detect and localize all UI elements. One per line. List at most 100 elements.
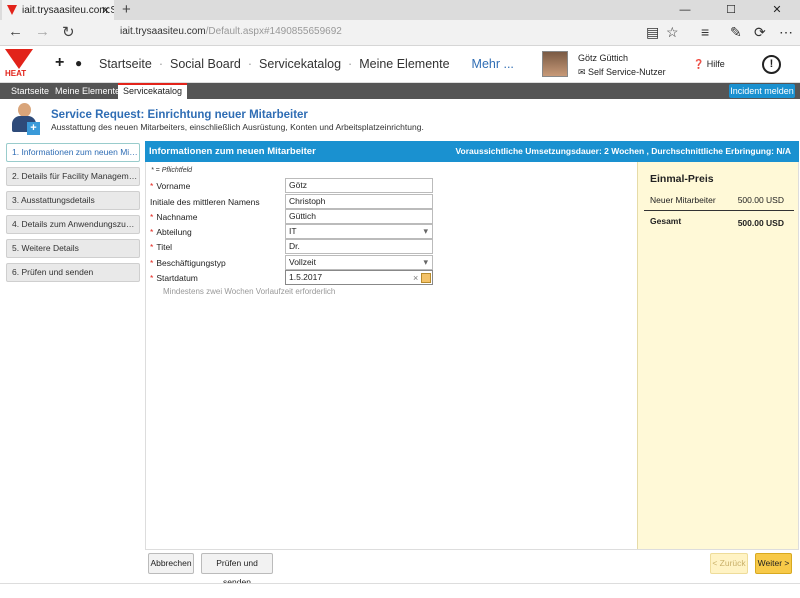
back-button[interactable]: < Zurück bbox=[710, 553, 748, 574]
url-field[interactable]: iait.trysaasiteu.com/Default.aspx#149085… bbox=[120, 26, 342, 37]
more-icon[interactable]: ⋯ bbox=[779, 24, 793, 41]
date-hint: Mindestens zwei Wochen Vorlaufzeit erfor… bbox=[163, 287, 336, 296]
nav-meine-elemente[interactable]: Meine Elemente bbox=[359, 57, 449, 71]
user-role[interactable]: ✉ Self Service-Nutzer bbox=[578, 67, 666, 78]
required-note: * = Pflichtfeld bbox=[151, 167, 193, 174]
step-5[interactable]: 5. Weitere Details bbox=[6, 239, 140, 258]
nav-separator: · bbox=[247, 57, 253, 71]
nav-social-board[interactable]: Social Board bbox=[170, 57, 241, 71]
request-title: Service Request: Einrichtung neuer Mitar… bbox=[51, 109, 308, 121]
required-marker: * bbox=[150, 227, 154, 237]
step-3[interactable]: 3. Ausstattungsdetails bbox=[6, 191, 140, 210]
new-tab-icon[interactable]: + bbox=[122, 1, 131, 18]
cancel-button[interactable]: Abbrechen bbox=[148, 553, 194, 574]
user-name: Götz Güttich bbox=[578, 53, 629, 63]
price-panel: Einmal-Preis Neuer Mitarbeiter 500.00 US… bbox=[637, 162, 798, 549]
site-favicon-icon bbox=[7, 5, 17, 15]
field-label-beschaeftigungstyp: * Beschäftigungstyp bbox=[150, 258, 226, 268]
avatar[interactable] bbox=[542, 51, 568, 77]
reading-view-icon[interactable]: ▤ bbox=[646, 24, 659, 41]
price-divider bbox=[644, 210, 794, 211]
logo-text: HEAT bbox=[5, 69, 27, 78]
sub-navigation: Startseite Meine Elemente Servicekatalog… bbox=[0, 83, 800, 99]
back-arrow-icon[interactable]: ← bbox=[8, 23, 23, 40]
titel-field[interactable]: Dr. bbox=[285, 239, 433, 254]
vorname-field[interactable]: Götz bbox=[285, 178, 433, 193]
incident-report-button[interactable]: Incident melden bbox=[729, 84, 795, 98]
clear-date-icon[interactable]: × bbox=[413, 273, 418, 283]
heat-logo[interactable]: HEAT bbox=[5, 49, 33, 79]
tab-meine-elemente[interactable]: Meine Elemente bbox=[50, 83, 125, 99]
url-host: iait.trysaasiteu.com bbox=[120, 26, 206, 37]
add-icon[interactable]: + bbox=[55, 54, 64, 72]
nav-servicekatalog[interactable]: Servicekatalog bbox=[259, 57, 341, 71]
tab-startseite[interactable]: Startseite bbox=[6, 83, 54, 99]
window-controls: — ☐ ✕ bbox=[662, 0, 800, 20]
browser-tab-bar: iait.trysaasiteu.com:Serv ✕ + — ☐ ✕ bbox=[0, 0, 800, 20]
forward-arrow-icon[interactable]: → bbox=[35, 23, 50, 40]
duration-info: Voraussichtliche Umsetzungsdauer: 2 Woch… bbox=[455, 146, 791, 156]
price-total-value: 500.00 USD bbox=[737, 218, 784, 228]
request-description: Ausstattung des neuen Mitarbeiters, eins… bbox=[51, 122, 424, 132]
label-text: Titel bbox=[156, 242, 173, 252]
hub-icon[interactable]: ≡ bbox=[701, 24, 709, 40]
envelope-icon: ✉ bbox=[578, 67, 589, 77]
startdatum-field[interactable]: 1.5.2017 bbox=[285, 270, 433, 285]
user-role-label: Self Service-Nutzer bbox=[588, 67, 666, 77]
form-header: Informationen zum neuen Mitarbeiter Vora… bbox=[145, 141, 799, 162]
help-icon: ❓ bbox=[693, 59, 707, 69]
required-marker: * bbox=[150, 181, 154, 191]
tab-servicekatalog[interactable]: Servicekatalog bbox=[118, 83, 188, 99]
field-label-titel: * Titel bbox=[150, 242, 172, 252]
field-label-abteilung: * Abteilung bbox=[150, 227, 192, 237]
required-marker: * bbox=[150, 273, 154, 283]
field-label-vorname: * Vorname bbox=[150, 181, 190, 191]
address-bar: ← → ↻ iait.trysaasiteu.com/Default.aspx#… bbox=[0, 20, 800, 46]
help-label: Hilfe bbox=[706, 59, 725, 69]
help-link[interactable]: ❓ Hilfe bbox=[693, 59, 725, 70]
price-item-label: Neuer Mitarbeiter bbox=[650, 195, 716, 205]
form-title: Informationen zum neuen Mitarbeiter bbox=[149, 146, 316, 157]
step-4[interactable]: 4. Details zum Anwendungszugriff bbox=[6, 215, 140, 234]
label-text: Vorname bbox=[156, 181, 191, 191]
nav-startseite[interactable]: Startseite bbox=[99, 57, 152, 71]
field-label-initiale: Initiale des mittleren Namens bbox=[150, 197, 260, 207]
refresh-icon[interactable]: ↻ bbox=[62, 23, 75, 41]
minimize-icon[interactable]: — bbox=[662, 0, 708, 20]
price-item-value: 500.00 USD bbox=[737, 195, 784, 205]
step-2[interactable]: 2. Details für Facility Management bbox=[6, 167, 140, 186]
nav-more[interactable]: Mehr ... bbox=[472, 57, 514, 71]
label-text: Beschäftigungstyp bbox=[156, 258, 226, 268]
tab-close-icon[interactable]: ✕ bbox=[101, 4, 110, 17]
logo-triangle-icon bbox=[5, 49, 33, 69]
next-button[interactable]: Weiter > bbox=[755, 553, 792, 574]
share-icon[interactable]: ⟳ bbox=[754, 24, 766, 41]
price-total-label: Gesamt bbox=[650, 216, 682, 226]
url-path: /Default.aspx#1490855659692 bbox=[205, 26, 342, 37]
app-header: HEAT + ● Startseite · Social Board · Ser… bbox=[0, 46, 800, 83]
new-employee-icon: + bbox=[10, 103, 40, 135]
initiale-field[interactable]: Christoph bbox=[285, 194, 433, 209]
abteilung-select[interactable]: IT bbox=[285, 224, 433, 239]
status-bar bbox=[0, 583, 800, 598]
required-marker: * bbox=[150, 242, 154, 252]
label-text: Initiale des mittleren Namens bbox=[150, 197, 260, 207]
calendar-icon[interactable] bbox=[421, 273, 431, 283]
window-close-icon[interactable]: ✕ bbox=[754, 0, 800, 20]
nachname-field[interactable]: Güttich bbox=[285, 209, 433, 224]
notes-pen-icon[interactable]: ✎ bbox=[730, 24, 742, 41]
required-marker: * bbox=[150, 212, 154, 222]
maximize-icon[interactable]: ☐ bbox=[708, 0, 754, 20]
field-label-nachname: * Nachname bbox=[150, 212, 197, 222]
step-1[interactable]: 1. Informationen zum neuen Mitar... bbox=[6, 143, 140, 162]
review-submit-button[interactable]: Prüfen und senden bbox=[201, 553, 273, 587]
browser-tab[interactable]: iait.trysaasiteu.com:Serv bbox=[2, 0, 114, 20]
favorite-star-icon[interactable]: ☆ bbox=[666, 24, 679, 41]
beschaeftigungstyp-select[interactable]: Vollzeit bbox=[285, 255, 433, 270]
nav-separator: · bbox=[158, 57, 163, 71]
nav-separator: · bbox=[348, 57, 353, 71]
chat-icon[interactable]: ● bbox=[75, 56, 82, 70]
info-button[interactable]: ! bbox=[762, 55, 781, 74]
price-title: Einmal-Preis bbox=[650, 173, 714, 185]
step-6[interactable]: 6. Prüfen und senden bbox=[6, 263, 140, 282]
